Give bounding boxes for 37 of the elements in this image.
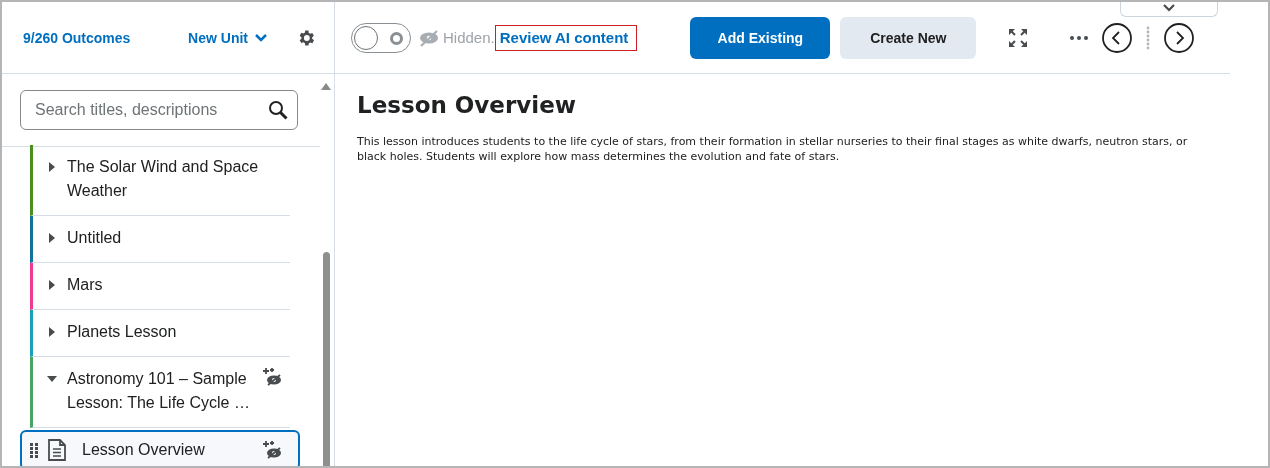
tree-item[interactable]: Untitled	[30, 216, 290, 263]
drag-handle-icon[interactable]	[30, 442, 38, 458]
chevron-right-icon	[1164, 22, 1195, 53]
more-icon	[1070, 35, 1089, 40]
visibility-status: Hidden.	[443, 29, 495, 46]
previous-button[interactable]	[1102, 22, 1133, 53]
create-new-button[interactable]: Create New	[840, 16, 977, 59]
tree-item[interactable]: Mars	[30, 263, 290, 310]
search-field[interactable]: Search titles, descriptions	[20, 90, 298, 130]
tree-item[interactable]: The Solar Wind and Space Weather	[30, 145, 290, 216]
tree-child-item[interactable]: Lesson Overview	[20, 430, 300, 466]
expand-icon	[1008, 27, 1029, 48]
visibility-toggle[interactable]	[351, 22, 411, 53]
outcomes-link[interactable]: 9/260 Outcomes	[23, 29, 131, 46]
page-title: Lesson Overview	[357, 92, 578, 118]
caret-right-icon[interactable]	[47, 162, 57, 172]
caret-right-icon[interactable]	[47, 233, 57, 243]
scroll-up-icon[interactable]	[321, 82, 331, 90]
chevron-down-icon	[254, 32, 268, 43]
new-unit-menu[interactable]: New Unit	[188, 29, 268, 46]
document-icon	[48, 439, 66, 461]
search-icon[interactable]	[268, 100, 288, 120]
hidden-eye-icon	[419, 28, 439, 47]
chevron-down-icon	[1163, 4, 1175, 12]
next-button[interactable]	[1164, 22, 1195, 53]
review-ai-link[interactable]: Review AI content	[494, 24, 638, 51]
lesson-description: This lesson introduces students to the life cycle of stars, from their formation in stellar nurseries to their final stages as white dwarfs, neutron stars, or black holes. Students will explore how mass determines the evolution and fate of stars.	[357, 134, 1189, 164]
fullscreen-button[interactable]	[1008, 27, 1029, 48]
caret-down-icon[interactable]	[47, 374, 57, 384]
more-button[interactable]	[1070, 35, 1089, 40]
caret-right-icon[interactable]	[47, 280, 57, 290]
scrollbar-thumb[interactable]	[323, 252, 330, 466]
divider-dots-icon	[1146, 25, 1151, 50]
caret-right-icon[interactable]	[47, 327, 57, 337]
tree-item[interactable]: Planets Lesson	[30, 310, 290, 357]
chevron-left-icon	[1102, 22, 1133, 53]
add-existing-button[interactable]: Add Existing	[690, 16, 831, 59]
